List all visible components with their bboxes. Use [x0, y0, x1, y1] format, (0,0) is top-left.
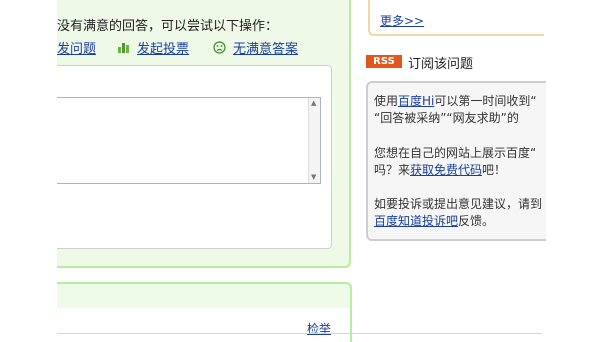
text-fragment: 可以第一时间收到“ [434, 94, 537, 108]
text-fragment: 吗？来 [374, 163, 411, 177]
baidu-hi-link[interactable]: 百度Hi [398, 94, 434, 108]
info-panel: 使用百度Hi可以第一时间收到“ “回答被采纳”“网友求助”的 您想在自己的网站上… [366, 81, 546, 241]
text-fragment: 吧！ [482, 163, 507, 177]
vote-bar-icon [118, 41, 130, 57]
report-link[interactable]: 检举 [307, 320, 331, 337]
textarea-scrollbar[interactable]: ▲ ▼ [308, 98, 320, 183]
start-vote-link[interactable]: 发起投票 [137, 38, 189, 57]
embed-line2: 吗？来获取免费代码吧！ [374, 162, 506, 179]
action-bar: 发问题 发起投票 无满意答案 [57, 38, 347, 58]
no-satisfying-answer-link[interactable]: 无满意答案 [233, 38, 298, 57]
baidu-hi-line2: “回答被采纳”“网友求助”的 [374, 111, 519, 125]
text-fragment: 反馈。 [458, 214, 495, 228]
left-gutter [0, 0, 57, 340]
sad-face-icon [213, 41, 226, 58]
ask-question-link[interactable]: 发问题 [57, 38, 96, 57]
complaint-bar-link[interactable]: 百度知道投诉吧 [374, 214, 458, 228]
unsatisfied-prompt: 没有满意的回答，可以尝试以下操作： [57, 19, 279, 34]
answer-textarea[interactable]: ▲ ▼ [57, 97, 321, 184]
rss-icon[interactable]: RSS [366, 55, 402, 68]
complaint-line2: 百度知道投诉吧反馈。 [374, 213, 494, 230]
scroll-up-arrow-icon[interactable]: ▲ [311, 100, 316, 107]
related-box-bottom: 更多>> [368, 0, 544, 36]
baidu-hi-line1: 使用百度Hi可以第一时间收到“ [374, 93, 537, 110]
scroll-down-arrow-icon[interactable]: ▼ [311, 174, 316, 181]
embed-line1: 您想在自己的网站上展示百度“ [374, 146, 537, 160]
get-free-code-link[interactable]: 获取免费代码 [410, 163, 482, 177]
subscribe-question-label[interactable]: 订阅该问题 [408, 53, 473, 72]
complaint-line1: 如要投诉或提出意见建议，请到 [374, 197, 543, 211]
more-link[interactable]: 更多>> [380, 12, 424, 29]
text-fragment: 使用 [374, 94, 399, 108]
divider [57, 333, 542, 334]
